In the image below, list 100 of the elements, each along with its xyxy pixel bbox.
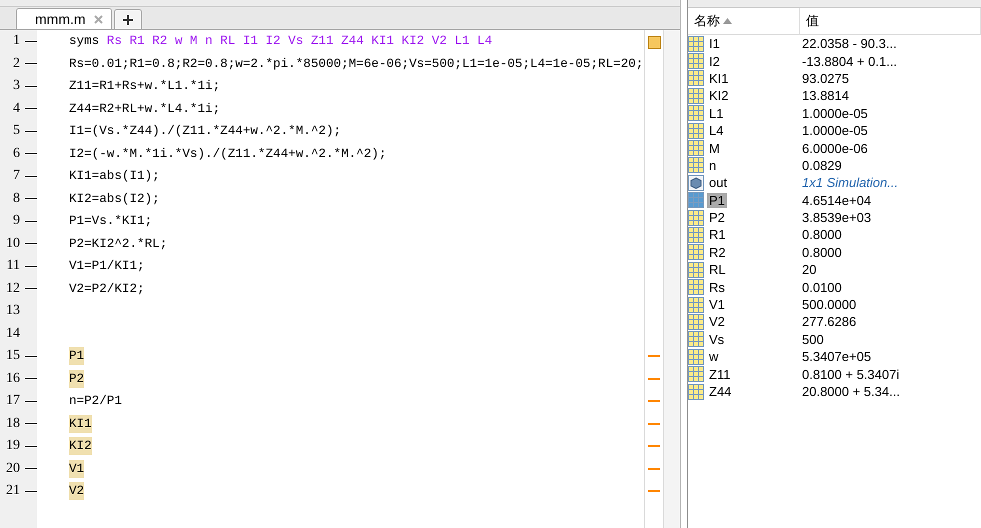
- variable-name[interactable]: V1: [707, 297, 727, 312]
- variable-value: 277.6286: [801, 314, 858, 330]
- code-line: n=P2/P1: [69, 393, 122, 410]
- line-number: 2: [12, 56, 20, 72]
- breakpoint-dash[interactable]: [25, 423, 37, 424]
- variable-value: 22.0358 - 90.3...: [801, 36, 898, 52]
- variable-name[interactable]: Vs: [707, 332, 726, 347]
- variable-value: 4.6514e+04: [801, 192, 872, 208]
- breakpoint-dash[interactable]: [25, 220, 37, 222]
- breakpoint-dash[interactable]: [25, 108, 37, 110]
- variable-name[interactable]: M: [707, 140, 722, 156]
- line-number: 5: [12, 123, 20, 140]
- tab-label: mmm.m: [35, 11, 86, 27]
- warning-marker[interactable]: [648, 400, 660, 402]
- variable-name[interactable]: L1: [707, 106, 726, 121]
- grid-icon: [688, 296, 704, 313]
- breakpoint-dash[interactable]: [25, 130, 37, 132]
- variable-name[interactable]: out: [707, 175, 730, 190]
- variable-name[interactable]: Z44: [707, 384, 734, 399]
- grid-icon: [688, 70, 704, 86]
- variable-name[interactable]: P1: [707, 192, 727, 208]
- breakpoint-dash[interactable]: [25, 446, 37, 447]
- variable-name[interactable]: KI2: [707, 88, 731, 104]
- grid-icon: [688, 140, 704, 156]
- variable-value: 13.8814: [801, 88, 850, 104]
- code-line: KI2=abs(I2);: [69, 190, 160, 208]
- grid-icon: [688, 122, 704, 139]
- code-line: P2=KI2^2.*RL;: [69, 236, 168, 253]
- code-line: Rs=0.01;R1=0.8;R2=0.8;w=2.*pi.*85000;M=6e-06;Vs=500;L1=1e-05;L4=1e-05;RL=20;: [69, 56, 644, 73]
- variable-name[interactable]: V2: [707, 314, 727, 330]
- breakpoint-dash[interactable]: [25, 153, 37, 154]
- breakpoint-dash[interactable]: [25, 400, 37, 402]
- grid-icon: [688, 366, 704, 382]
- grid-icon: [688, 192, 704, 208]
- breakpoint-dash[interactable]: [25, 40, 37, 42]
- warning-marker[interactable]: [648, 378, 660, 380]
- variable-name[interactable]: I2: [707, 54, 722, 69]
- warning-marker[interactable]: [648, 490, 660, 492]
- status-indicator: [648, 36, 660, 49]
- breakpoint-dash[interactable]: [25, 356, 37, 357]
- breakpoint-dash[interactable]: [25, 63, 37, 64]
- grid-icon: [688, 210, 704, 226]
- variable-value: 0.8000: [801, 244, 843, 260]
- variable-value: 6.0000e-06: [801, 140, 869, 156]
- code-line: syms Rs R1 R2 w M n RL I1 I2 Vs Z11 Z44 KI1 KI2 V2 L1 L4: [69, 34, 492, 48]
- variable-name[interactable]: Rs: [707, 280, 727, 295]
- warning-marker[interactable]: [648, 445, 660, 448]
- variable-value: 1x1 Simulation...: [801, 175, 900, 190]
- variable-value: 20: [801, 262, 818, 278]
- grid-icon: [688, 384, 704, 400]
- breakpoint-dash[interactable]: [25, 86, 37, 87]
- variable-value: 1.0000e-05: [801, 123, 869, 138]
- column-header[interactable]: 值: [800, 8, 981, 34]
- add-tab-button[interactable]: [114, 9, 142, 29]
- breakpoint-dash[interactable]: [25, 468, 37, 470]
- line-number: 21: [5, 483, 20, 500]
- line-number: 9: [12, 213, 20, 230]
- variable-value: 93.0275: [801, 70, 850, 86]
- file-tab[interactable]: mmm.m: [16, 8, 112, 29]
- warning-marker[interactable]: [648, 422, 660, 425]
- grid-icon: [688, 314, 704, 330]
- breakpoint-dash[interactable]: [25, 266, 37, 267]
- breakpoint-dash[interactable]: [25, 176, 37, 177]
- variable-name[interactable]: KI1: [707, 70, 731, 86]
- variable-name[interactable]: I1: [707, 36, 722, 52]
- grid-icon: [688, 105, 704, 122]
- grid-icon: [688, 279, 704, 296]
- grid-icon: [688, 88, 704, 104]
- variable-value: 20.8000 + 5.34...: [801, 384, 901, 399]
- line-number: 3: [12, 78, 20, 94]
- variable-name[interactable]: RL: [707, 262, 728, 278]
- variable-value: 1.0000e-05: [801, 106, 869, 121]
- variable-name[interactable]: w: [707, 349, 720, 364]
- breakpoint-dash[interactable]: [25, 378, 37, 380]
- grid-icon: [688, 262, 704, 278]
- line-number: 4: [12, 100, 20, 117]
- breakpoint-dash[interactable]: [25, 288, 37, 290]
- line-number: 15: [5, 348, 20, 364]
- variable-name[interactable]: R2: [707, 244, 728, 260]
- line-number: 8: [12, 190, 20, 207]
- breakpoint-dash[interactable]: [25, 198, 37, 200]
- variable-name[interactable]: n: [707, 158, 718, 173]
- breakpoint-dash[interactable]: [25, 243, 37, 244]
- line-number: 16: [5, 370, 20, 387]
- code-line: KI1=abs(I1);: [69, 168, 160, 186]
- variable-name[interactable]: R1: [707, 227, 728, 242]
- variable-value: 0.8000: [801, 227, 843, 242]
- sort-up-icon: [723, 18, 732, 24]
- column-header[interactable]: 名称: [688, 8, 800, 34]
- warning-marker[interactable]: [648, 355, 660, 358]
- warning-marker[interactable]: [648, 468, 660, 470]
- code-line: P1=Vs.*KI1;: [69, 213, 152, 230]
- plus-icon: [122, 14, 134, 26]
- grid-icon: [688, 226, 704, 243]
- variable-value: 3.8539e+03: [801, 210, 872, 226]
- variable-name[interactable]: Z11: [707, 366, 732, 382]
- variable-name[interactable]: L4: [707, 123, 726, 138]
- variable-value: 0.0100: [801, 280, 843, 295]
- variable-name[interactable]: P2: [707, 210, 727, 226]
- breakpoint-dash[interactable]: [25, 490, 37, 492]
